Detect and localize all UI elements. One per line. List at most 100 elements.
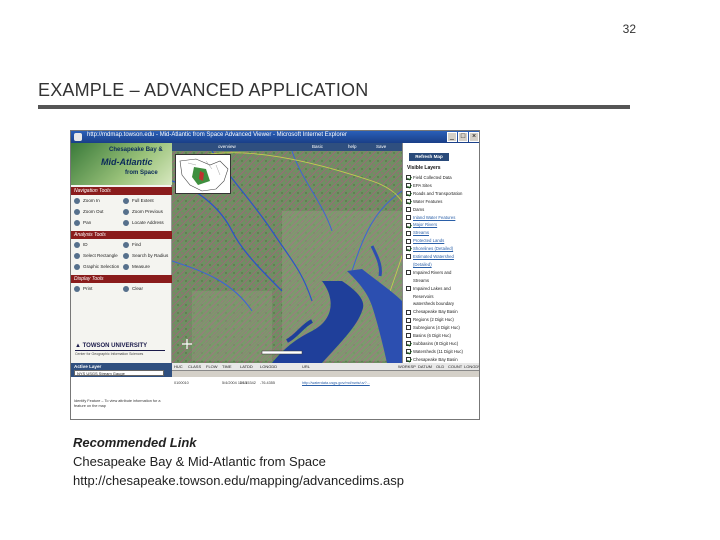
layer-checkbox[interactable] (406, 191, 411, 197)
grid-column-header[interactable]: LATDD (240, 363, 253, 371)
layer-item[interactable]: Subbasins (8 Digit Huc) (406, 341, 458, 347)
binoculars-icon (123, 242, 129, 248)
grid-cell[interactable]: http://waterdata.usgs.gov/md/nwis/uv?... (302, 381, 370, 385)
layer-checkbox[interactable] (406, 199, 411, 205)
minimize-button[interactable]: _ (447, 132, 457, 142)
layer-checkbox[interactable] (406, 175, 411, 181)
layer-item[interactable]: Subregions (4 Digit Huc) (406, 325, 460, 331)
layer-item[interactable]: Impaired Lakes and (406, 286, 451, 291)
overview-inset-map[interactable] (175, 154, 231, 194)
layer-item[interactable]: Basins (6 Digit Huc) (406, 333, 451, 339)
zoom-previous-icon (123, 209, 129, 215)
active-layer-select[interactable]: NYS USGS Stream Gauge (74, 370, 164, 376)
layer-checkbox[interactable] (406, 270, 411, 276)
attribute-grid-header: HUC CLASS FLOW TIME LATDD LONGDD URL WORKSP DATU… (172, 363, 479, 371)
layer-item[interactable]: Shorelines (Detailed) (406, 246, 453, 252)
full-extent-tool[interactable]: Full Extent (123, 198, 154, 204)
refresh-map-button[interactable]: Refresh Map (409, 153, 449, 161)
grid-column-header[interactable]: LONGDWF (464, 363, 479, 371)
layer-label: Chesapeake Bay Basin (413, 356, 458, 362)
layer-item[interactable]: Chesapeake Bay Basin (406, 309, 458, 315)
university-subtitle: Center for Geographic Information Scienc… (75, 352, 144, 356)
layer-checkbox[interactable] (406, 333, 411, 339)
zoom-in-icon (74, 198, 80, 204)
layer-checkbox[interactable] (406, 285, 411, 291)
layer-item[interactable]: Streams (406, 230, 429, 236)
pan-tool[interactable]: Pan (74, 220, 91, 226)
grid-column-header[interactable]: FLOW (206, 363, 218, 371)
locate-address-tool[interactable]: Locate Address (123, 220, 164, 226)
layer-item[interactable]: Impaired Rivers and (406, 270, 451, 276)
layer-checkbox[interactable] (406, 357, 411, 363)
layer-checkbox[interactable] (406, 309, 411, 315)
grid-column-header[interactable]: COUNT (448, 363, 462, 371)
graphic-selection-tool[interactable]: Graphic Selection (74, 264, 119, 270)
grid-column-header[interactable]: CLASS (188, 363, 201, 371)
measure-tool[interactable]: Measure (123, 264, 150, 270)
grid-column-header[interactable]: LONGDD (260, 363, 277, 371)
zoom-previous-tool[interactable]: Zoom Previous (123, 209, 163, 215)
page-number: 32 (622, 22, 636, 36)
recommended-link-url[interactable]: http://chesapeake.towson.edu/mapping/adv… (73, 473, 404, 488)
layer-checkbox[interactable] (406, 317, 411, 323)
layer-checkbox[interactable] (406, 349, 411, 355)
layer-label: Inland Water Features (413, 214, 456, 220)
grid-cell: 0100010 (174, 381, 189, 385)
search-radius-tool[interactable]: Search by Radius (123, 253, 168, 259)
layer-checkbox[interactable] (406, 214, 411, 220)
layer-item[interactable]: Field Collected Data (406, 175, 452, 181)
layer-checkbox[interactable] (406, 230, 411, 236)
layer-item[interactable]: Water Features (406, 199, 442, 205)
layer-item[interactable]: Streams (413, 278, 429, 283)
find-tool[interactable]: Find (123, 242, 141, 248)
ruler-icon (123, 264, 129, 270)
layer-label: Impaired Lakes and (413, 285, 451, 291)
layer-checkbox[interactable] (406, 341, 411, 347)
grid-column-header[interactable]: TIME (222, 363, 232, 371)
application-screenshot: http://mdmap.towson.edu - Mid-Atlantic f… (70, 130, 480, 420)
grid-column-header[interactable]: URL (302, 363, 310, 371)
layer-checkbox[interactable] (406, 183, 411, 189)
layer-checkbox[interactable] (406, 222, 411, 228)
grid-cell: -76.4355 (260, 381, 275, 385)
identify-icon (74, 242, 80, 248)
layer-item[interactable]: Watersheds (11 Digit Huc) (406, 349, 463, 355)
zoom-out-tool[interactable]: Zoom Out (74, 209, 103, 215)
address-icon (123, 220, 129, 226)
layer-checkbox[interactable] (406, 246, 411, 252)
grid-column-header[interactable]: DATUM (418, 363, 432, 371)
grid-column-header[interactable]: WORKSP (398, 363, 416, 371)
clear-tool[interactable]: Clear (123, 286, 143, 292)
layer-checkbox[interactable] (406, 254, 411, 260)
layer-item[interactable]: (Detailed) (413, 262, 432, 267)
tools-panel: Chesapeake Bay & Mid-Atlantic from Space… (71, 143, 172, 363)
help-tab[interactable]: help (348, 143, 357, 151)
layer-item[interactable]: Reservoirs (413, 294, 434, 299)
layer-checkbox[interactable] (406, 238, 411, 244)
grid-column-header[interactable]: HUC (174, 363, 183, 371)
maximize-button[interactable]: □ (458, 132, 468, 142)
layer-item[interactable]: Roads and Transportation (406, 191, 462, 197)
zoom-in-tool[interactable]: Zoom In (74, 198, 100, 204)
map-view[interactable] (172, 151, 402, 363)
layer-item[interactable]: Major Rivers (406, 222, 437, 228)
layer-item[interactable]: EPA Sites (406, 183, 432, 189)
select-rectangle-tool[interactable]: Select Rectangle (74, 253, 118, 259)
grid-column-header[interactable]: OLD (436, 363, 444, 371)
layer-item[interactable]: watersheds boundary (413, 301, 454, 306)
layer-checkbox[interactable] (406, 206, 411, 212)
layer-item[interactable]: Regions (2 Digit Huc) (406, 317, 454, 323)
layer-label: watersheds boundary (413, 301, 455, 307)
layer-item[interactable]: Protected Lands (406, 238, 444, 244)
close-button[interactable]: × (469, 132, 479, 142)
layer-item[interactable]: Chesapeake Bay Basin (406, 356, 458, 363)
layer-item[interactable]: Dams (406, 207, 424, 212)
overview-tab[interactable]: overview (218, 143, 236, 151)
layer-checkbox[interactable] (406, 325, 411, 331)
print-tool[interactable]: Print (74, 286, 92, 292)
layer-item[interactable]: Inland Water Features (406, 215, 455, 220)
layer-item[interactable]: Estimated Watershed (406, 254, 454, 260)
basic-tab[interactable]: Basic (312, 143, 323, 151)
identify-tool[interactable]: ID (74, 242, 88, 248)
select-rectangle-icon (74, 253, 80, 259)
